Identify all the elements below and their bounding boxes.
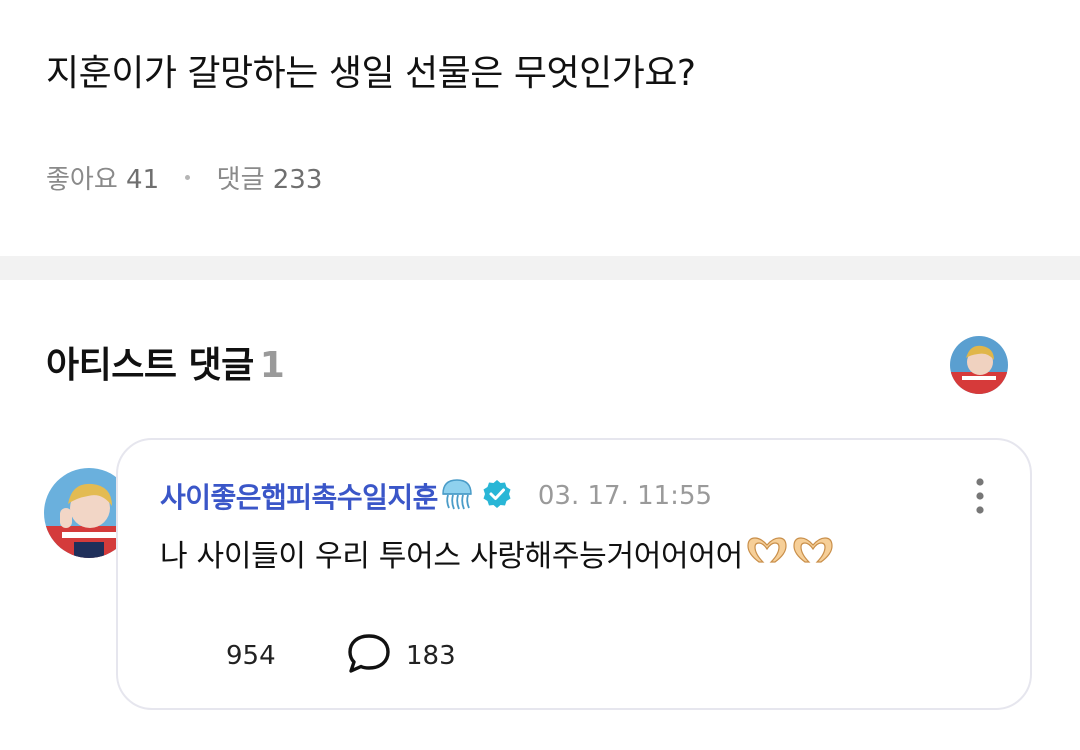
artist-avatar-small[interactable]: [950, 336, 1008, 394]
comments-label: 댓글: [216, 165, 265, 195]
artist-comments-count: 1: [259, 345, 285, 386]
comments-count: 233: [272, 165, 323, 195]
post-header: 지훈이가 갈망하는 생일 선물은 무엇인가요? 좋아요 41 댓글 233: [0, 0, 1080, 256]
comment-actions: 954 183: [226, 632, 456, 681]
artist-comments-heading: 아티스트 댓글 1: [46, 342, 285, 390]
comment-text: 나 사이들이 우리 투어스 사랑해주능거어어어어: [160, 539, 743, 574]
separator-dot: [185, 175, 191, 180]
artist-comments-title: 아티스트 댓글: [46, 345, 254, 386]
section-divider: [0, 256, 1080, 280]
jellyfish-icon: [440, 477, 474, 515]
heart-hands-icon: [745, 534, 789, 580]
like-count[interactable]: 954: [226, 641, 346, 671]
post-stats: 좋아요 41 댓글 233: [46, 160, 322, 200]
likes-count: 41: [126, 165, 160, 195]
comment-body: 나 사이들이 우리 투어스 사랑해주능거어어어어: [160, 534, 835, 580]
verified-badge-icon: [482, 479, 512, 513]
speech-bubble-icon: [346, 632, 392, 681]
more-options-button[interactable]: [970, 476, 990, 516]
post-title: 지훈이가 갈망하는 생일 선물은 무엇인가요?: [46, 53, 696, 94]
likes-label: 좋아요: [46, 165, 118, 195]
comment-timestamp: 03. 17. 11:55: [537, 481, 713, 511]
artist-comment-card: 사이좋은햅피촉수일지훈 03. 17. 11:55 나 사이들이 우리 투어스 …: [116, 438, 1032, 710]
more-vertical-icon: [976, 478, 984, 514]
heart-hands-icon: [791, 534, 835, 580]
comment-author-name[interactable]: 사이좋은햅피촉수일지훈: [160, 476, 438, 516]
reply-button[interactable]: 183: [346, 632, 456, 681]
comment-author-row: 사이좋은햅피촉수일지훈 03. 17. 11:55: [160, 474, 712, 518]
reply-count: 183: [406, 641, 456, 671]
